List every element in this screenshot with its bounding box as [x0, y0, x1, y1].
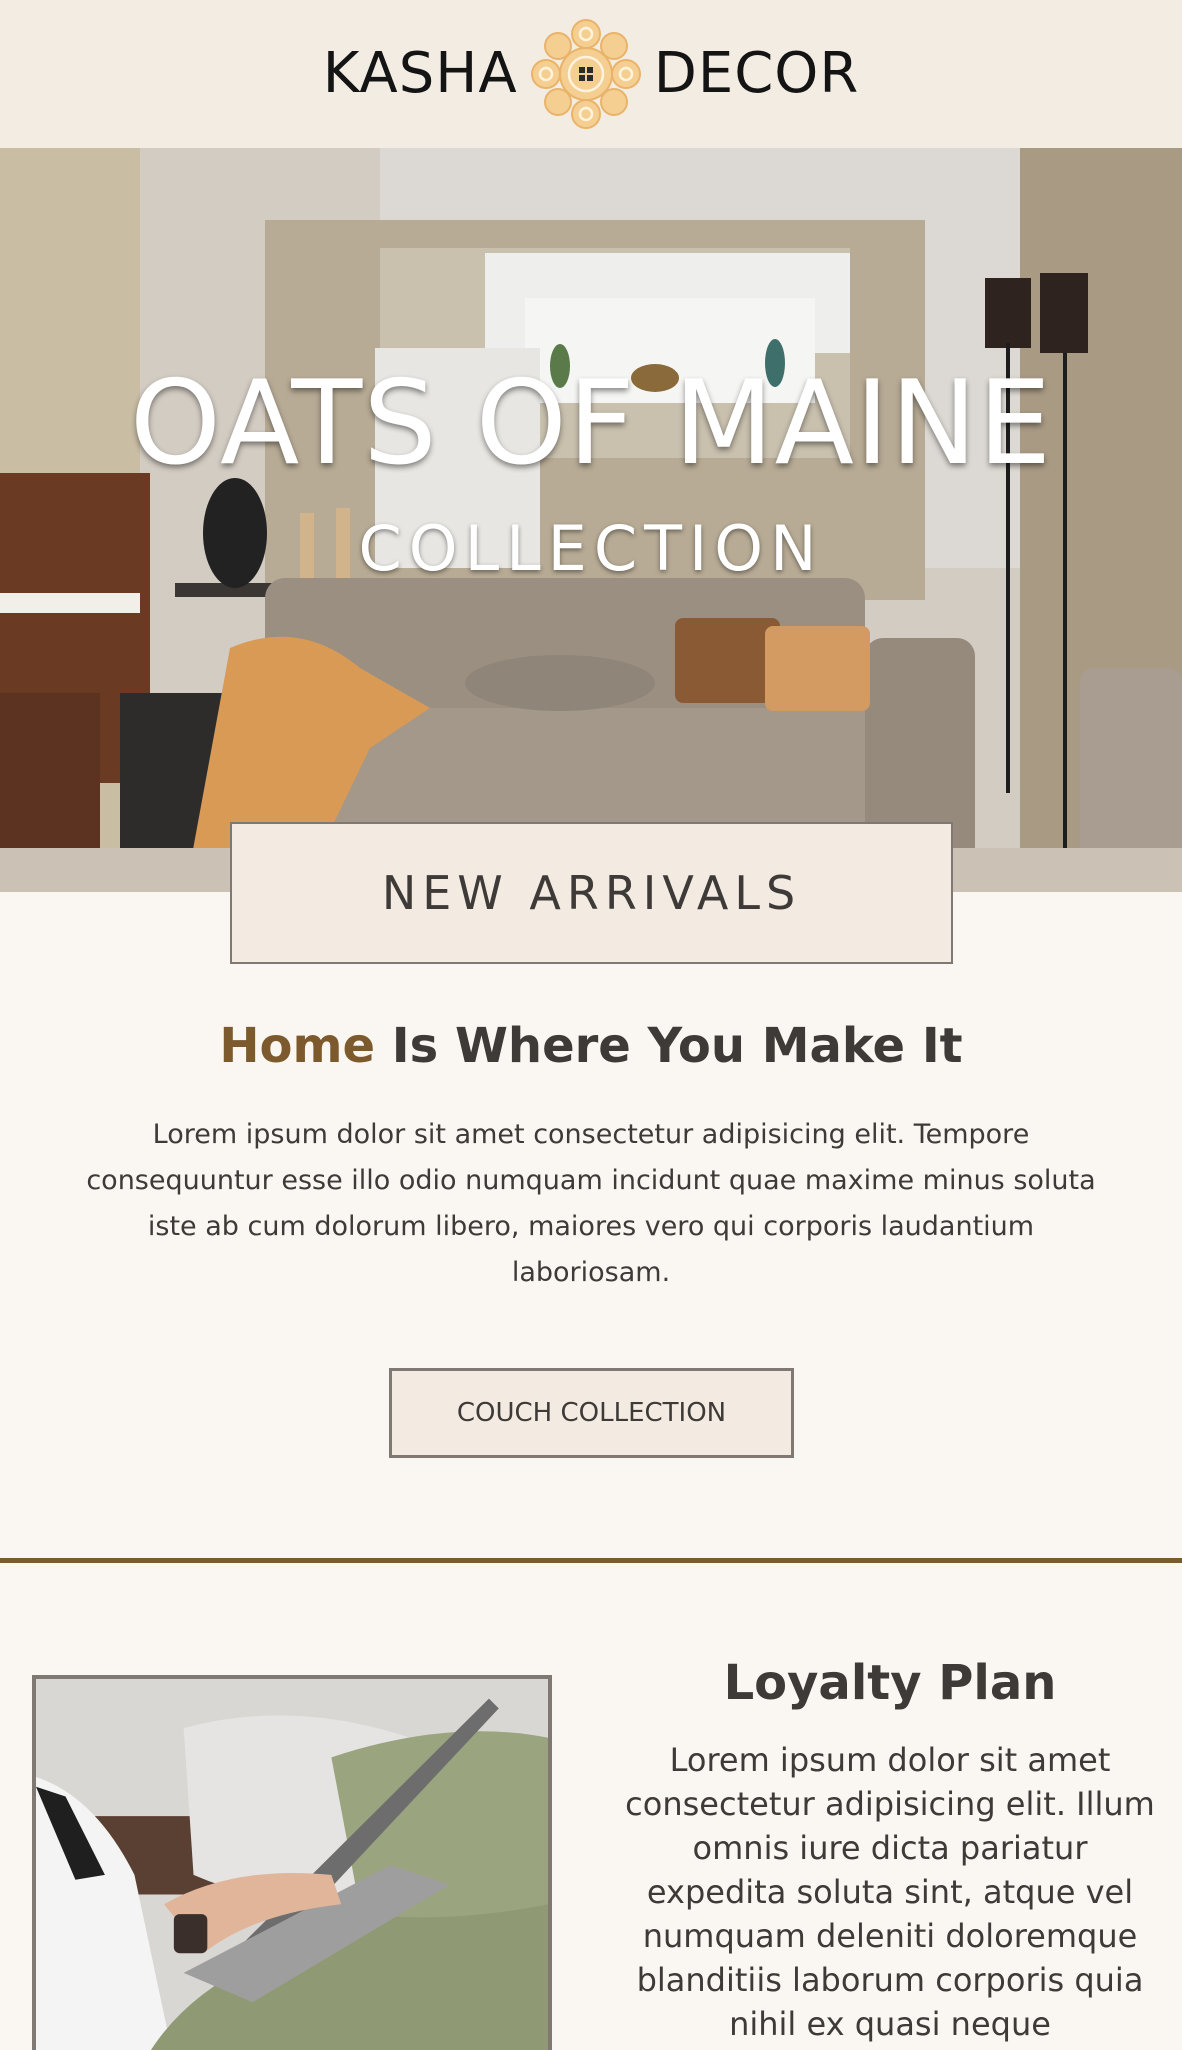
new-arrivals-badge[interactable]: NEW ARRIVALS: [230, 822, 953, 964]
couch-collection-button[interactable]: COUCH COLLECTION: [389, 1368, 794, 1458]
brand-logo[interactable]: KASHA DECOR: [0, 14, 1182, 134]
intro-heading: Home Is Where You Make It: [0, 1018, 1182, 1074]
intro-body: Lorem ipsum dolor sit amet consectetur a…: [86, 1119, 1096, 1288]
loyalty-heading: Loyalty Plan: [723, 1655, 1057, 1711]
person-with-laptop-photo: [36, 1679, 548, 2050]
hero-subtitle: COLLECTION: [358, 512, 824, 585]
brand-name-left: KASHA: [322, 41, 518, 106]
brand-name-right: DECOR: [653, 41, 860, 106]
hero-banner[interactable]: OATS OF MAINE COLLECTION: [0, 148, 1182, 892]
loyalty-body: Lorem ipsum dolor sit amet consectetur a…: [625, 1741, 1155, 2043]
intro-heading-rest: Is Where You Make It: [375, 1018, 963, 1074]
section-divider: [0, 1558, 1182, 1563]
couch-collection-label: COUCH COLLECTION: [456, 1398, 727, 1428]
new-arrivals-label: NEW ARRIVALS: [381, 866, 802, 920]
intro-heading-accent: Home: [219, 1018, 376, 1074]
hero-title: OATS OF MAINE: [129, 356, 1053, 491]
site-header: KASHA DECOR: [0, 0, 1182, 148]
loyalty-image: [32, 1675, 552, 2050]
ornament-knot-icon: [530, 19, 641, 129]
